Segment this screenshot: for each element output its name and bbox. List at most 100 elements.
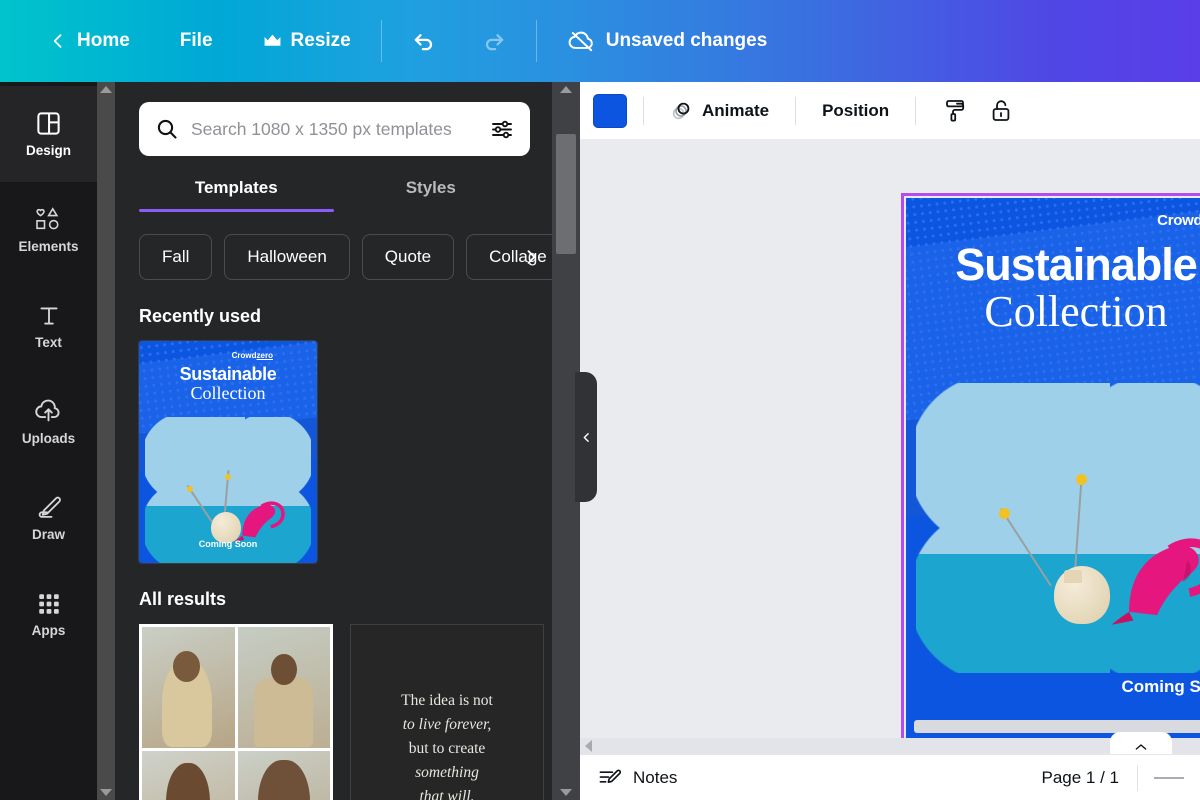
panel-tabs: Templates Styles: [139, 178, 528, 212]
scroll-down-arrow-icon[interactable]: [560, 789, 572, 796]
sidebar-item-text[interactable]: Text: [0, 278, 97, 374]
header-divider-2: [535, 20, 537, 62]
search-input[interactable]: [191, 118, 478, 140]
photo-vase-neck: [1063, 570, 1082, 584]
chevron-left-icon: [48, 31, 68, 51]
cloud-off-icon: [567, 28, 597, 54]
header-divider-1: [380, 20, 382, 62]
scroll-left-arrow-icon[interactable]: [585, 740, 592, 752]
sidebar-item-design[interactable]: Design: [0, 86, 97, 182]
design-logo-main: Crowd: [1157, 212, 1200, 229]
home-button[interactable]: Home: [34, 22, 144, 60]
resize-button[interactable]: Resize: [249, 22, 365, 60]
shapes-icon: [34, 206, 64, 233]
position-label: Position: [822, 100, 890, 120]
page-indicator[interactable]: Page 1 / 1: [1041, 768, 1137, 788]
chip-fall[interactable]: Fall: [139, 234, 213, 280]
save-status-label: Unsaved changes: [605, 30, 768, 51]
chevron-left-icon: [580, 431, 593, 444]
thumb-logo-main: Crowd: [231, 351, 257, 360]
filter-sliders-icon[interactable]: [490, 117, 514, 141]
chip-label: Halloween: [247, 247, 327, 266]
sidebar-item-label: Elements: [18, 239, 79, 255]
sidebar-item-apps[interactable]: Apps: [0, 566, 97, 662]
left-tool-rail: Design Elements Text Uploads Draw Apps: [0, 82, 97, 800]
sidebar-item-elements[interactable]: Elements: [0, 182, 97, 278]
scroll-up-arrow-icon[interactable]: [560, 86, 572, 93]
top-header-bar: Home File Resize Unsaved changes: [0, 0, 1200, 82]
bottom-bar-right-group: Page 1 / 1: [1041, 764, 1200, 791]
panel-scrollbar-thumb[interactable]: [556, 134, 576, 254]
sidebar-item-label: Apps: [31, 622, 66, 638]
bottom-divider: [1137, 764, 1138, 791]
zoom-out-button[interactable]: [1154, 776, 1184, 779]
sidebar-item-draw[interactable]: Draw: [0, 470, 97, 566]
toolbar-divider-2: [795, 96, 797, 125]
recent-template-thumbnail[interactable]: Crowdzero Sustainable Collection Coming …: [139, 341, 317, 563]
templates-panel: Templates Styles Fall Halloween Quote Co…: [115, 82, 552, 800]
file-menu-button[interactable]: File: [166, 22, 227, 60]
text-t-icon: [36, 303, 62, 329]
canvas-area[interactable]: Crowdzero Sustainable Collection: [580, 139, 1200, 754]
design-title[interactable]: Sustainable Collection: [906, 242, 1200, 335]
thumb-footer: Coming Soon: [198, 539, 258, 549]
editor-bottom-bar: Notes Page 1 / 1: [580, 754, 1200, 800]
color-swatch[interactable]: [593, 93, 627, 128]
element-toolbar: Animate Position: [580, 82, 1200, 139]
editor-area: Animate Position Crowd Sustainable Colle…: [580, 82, 1200, 800]
position-button[interactable]: Position: [812, 94, 899, 128]
design-photo[interactable]: [916, 383, 1200, 673]
canvas-horizontal-scrollbar[interactable]: [580, 738, 1200, 754]
design-footer-text[interactable]: Coming Soon: [1122, 677, 1200, 697]
collage-photo: [237, 750, 330, 800]
result-card-quote[interactable]: The idea is not to live forever, but to …: [350, 624, 544, 800]
copy-style-button[interactable]: [932, 91, 978, 131]
paint-roller-icon: [943, 98, 967, 124]
toolbar-divider-3: [915, 96, 917, 125]
design-page[interactable]: Crowdzero Sustainable Collection: [901, 193, 1200, 744]
chip-quote[interactable]: Quote: [361, 234, 455, 280]
canva-editor-window: Home File Resize Unsaved changes Design …: [0, 0, 1200, 800]
notes-pencil-icon: [598, 767, 623, 789]
redo-button[interactable]: [468, 19, 520, 63]
sidebar-item-label: Draw: [31, 527, 65, 543]
panel-collapse-handle[interactable]: [575, 372, 597, 502]
home-label: Home: [77, 30, 130, 51]
tab-styles[interactable]: Styles: [334, 178, 529, 212]
tab-label: Templates: [194, 178, 278, 197]
quote-line: to live forever,: [402, 715, 492, 733]
sidebar-item-uploads[interactable]: Uploads: [0, 374, 97, 470]
chip-halloween[interactable]: Halloween: [224, 234, 350, 280]
rail-scrollbar[interactable]: [97, 82, 115, 800]
design-title-line2: Collection: [984, 286, 1168, 336]
all-results-grid: The idea is not to live forever, but to …: [139, 624, 552, 800]
bottom-panel-collapse-tab[interactable]: [1110, 732, 1172, 754]
sidebar-item-label: Text: [35, 334, 62, 350]
photo-flower-ball: [186, 486, 193, 492]
tab-templates[interactable]: Templates: [139, 178, 334, 212]
scroll-up-arrow-icon[interactable]: [100, 86, 112, 93]
thumb-logo-suffix: zero: [256, 351, 273, 360]
upload-cloud-icon: [34, 398, 63, 425]
photo-flower-ball: [224, 474, 231, 480]
result-card-collage[interactable]: [139, 624, 333, 800]
animate-button[interactable]: Animate: [660, 92, 779, 129]
animate-circles-icon: [670, 99, 693, 122]
lock-button[interactable]: [978, 91, 1024, 131]
photo-flower-ball: [1076, 473, 1087, 485]
undo-button[interactable]: [398, 19, 450, 63]
lock-open-icon: [989, 98, 1013, 124]
search-icon: [155, 117, 179, 141]
design-logo[interactable]: Crowdzero: [1157, 212, 1200, 229]
quote-line: The idea is not: [401, 691, 493, 709]
search-section: [115, 82, 552, 156]
save-status-button[interactable]: Unsaved changes: [553, 20, 782, 62]
search-box[interactable]: [139, 102, 530, 156]
scroll-down-arrow-icon[interactable]: [100, 789, 112, 796]
notes-button[interactable]: Notes: [598, 767, 677, 789]
chevron-right-icon[interactable]: [520, 246, 542, 268]
file-label: File: [179, 30, 213, 51]
quote-line: something: [415, 764, 479, 781]
resize-label: Resize: [290, 30, 351, 51]
crown-icon: [263, 33, 282, 49]
